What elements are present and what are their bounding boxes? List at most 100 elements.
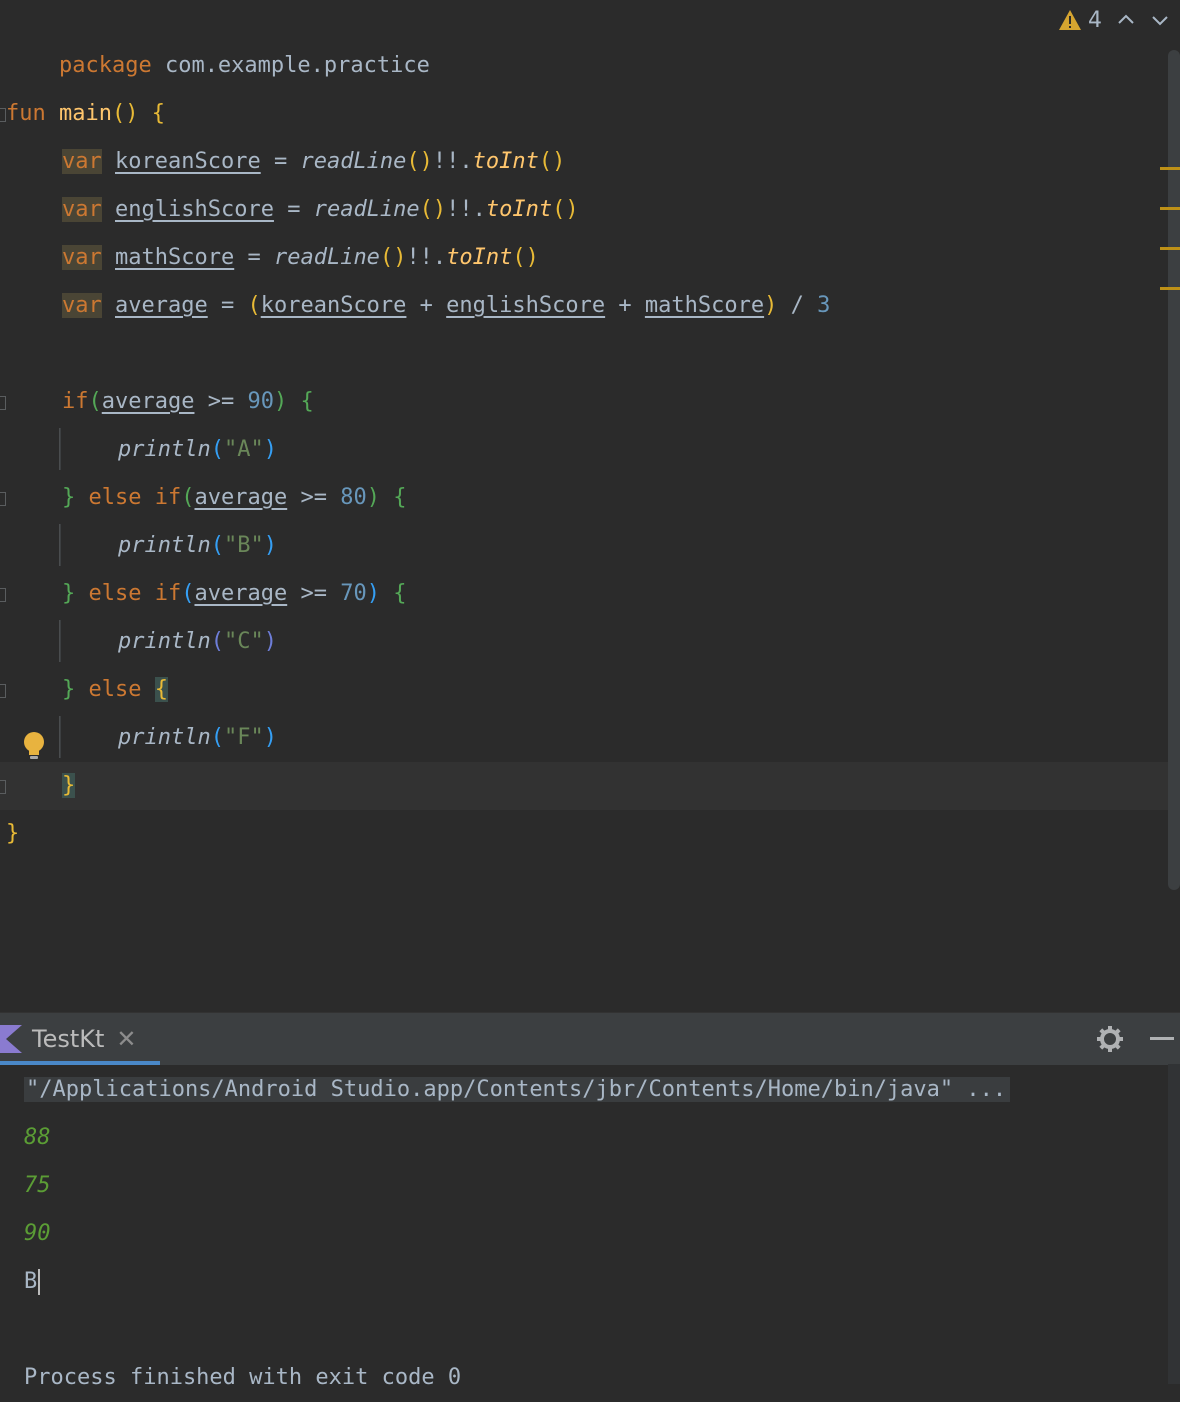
operator: / bbox=[790, 293, 804, 318]
code-editor[interactable]: package com.example.practice fun main() … bbox=[0, 0, 1180, 1012]
if-keyword: if bbox=[154, 581, 182, 606]
operator: = bbox=[247, 245, 261, 270]
lightbulb-icon[interactable] bbox=[22, 730, 46, 762]
fold-marker[interactable] bbox=[0, 588, 6, 602]
code-line-else-if-80[interactable]: } else if(average >= 80) { bbox=[62, 474, 406, 522]
code-line-package[interactable]: package com.example.practice bbox=[6, 0, 430, 78]
warning-stripe[interactable] bbox=[1160, 167, 1180, 170]
current-line-highlight bbox=[0, 762, 1168, 810]
code-line-println-b[interactable]: println("B") bbox=[118, 522, 277, 570]
warnings-indicator[interactable]: 4 bbox=[1058, 8, 1102, 33]
paren: ) bbox=[419, 149, 433, 174]
paren: ( bbox=[247, 293, 261, 318]
console-command-line[interactable]: "/Applications/Android Studio.app/Conten… bbox=[24, 1066, 1011, 1114]
warning-stripe[interactable] bbox=[1160, 287, 1180, 290]
paren: ( bbox=[88, 389, 102, 414]
variable-name: mathScore bbox=[115, 245, 235, 270]
tab-testkt[interactable]: TestKt ✕ bbox=[0, 1013, 137, 1065]
code-line-korean[interactable]: var koreanScore = readLine()!!.toInt() bbox=[62, 138, 565, 186]
close-icon[interactable]: ✕ bbox=[116, 1025, 136, 1053]
editor-scrollbar[interactable] bbox=[1168, 50, 1180, 890]
operator: >= bbox=[207, 389, 235, 414]
paren: ( bbox=[406, 149, 420, 174]
code-line-average[interactable]: var average = (koreanScore + englishScor… bbox=[62, 282, 830, 330]
run-panel: TestKt ✕ "/Applications/Android Studio.a… bbox=[0, 1012, 1180, 1390]
string-literal: "C" bbox=[223, 629, 264, 654]
code-line-close-else[interactable]: } bbox=[62, 762, 76, 810]
code-line-math[interactable]: var mathScore = readLine()!!.toInt() bbox=[62, 234, 539, 282]
code-line-println-c[interactable]: println("C") bbox=[118, 618, 277, 666]
else-keyword: else bbox=[88, 677, 142, 702]
operator: = bbox=[273, 149, 288, 174]
paren: ( bbox=[181, 485, 195, 510]
paren: ( bbox=[181, 581, 195, 606]
code-line-else-if-70[interactable]: } else if(average >= 70) { bbox=[62, 570, 406, 618]
code-line-if-90[interactable]: if(average >= 90) { bbox=[62, 378, 314, 426]
console-output-line: B bbox=[24, 1258, 41, 1306]
string-literal: "A" bbox=[223, 437, 264, 462]
paren: ) bbox=[366, 581, 380, 606]
console-output-text: B bbox=[24, 1269, 38, 1294]
code-line-else[interactable]: } else { bbox=[62, 666, 168, 714]
fold-marker[interactable] bbox=[0, 108, 6, 122]
paren: ) bbox=[273, 389, 288, 414]
console-input-line: 90 bbox=[24, 1221, 51, 1246]
warning-stripe[interactable] bbox=[1160, 207, 1180, 210]
code-line-english[interactable]: var englishScore = readLine()!!.toInt() bbox=[62, 186, 579, 234]
paren: ) bbox=[525, 245, 539, 270]
operator: = bbox=[220, 293, 235, 318]
code-line-close-main[interactable]: } bbox=[6, 810, 19, 858]
paren: ) bbox=[263, 725, 277, 750]
paren: ( bbox=[512, 245, 526, 270]
indent-guide bbox=[59, 524, 61, 566]
paren: ) bbox=[552, 149, 566, 174]
if-keyword: if bbox=[62, 389, 89, 414]
else-keyword: else bbox=[88, 581, 142, 606]
function-call: toInt bbox=[472, 149, 539, 174]
number-literal: 3 bbox=[817, 293, 831, 318]
indent-guide bbox=[59, 716, 61, 758]
variable-name: average bbox=[115, 293, 208, 318]
package-name: com.example.practice bbox=[164, 53, 430, 78]
function-call: println bbox=[118, 533, 211, 558]
code-line-fun-main[interactable]: fun main() { bbox=[6, 90, 165, 138]
fold-marker[interactable] bbox=[0, 396, 6, 410]
chevron-up-icon[interactable] bbox=[1116, 10, 1136, 30]
console-output[interactable]: "/Applications/Android Studio.app/Conten… bbox=[0, 1064, 1180, 1390]
paren: ( bbox=[379, 245, 394, 270]
minimize-icon[interactable] bbox=[1150, 1037, 1174, 1041]
operator: !!. bbox=[432, 149, 473, 174]
fold-marker[interactable] bbox=[0, 492, 6, 506]
paren: ( bbox=[210, 437, 224, 462]
fold-marker[interactable] bbox=[0, 780, 6, 794]
brace: } bbox=[62, 485, 76, 510]
brace: { bbox=[300, 389, 314, 414]
number-literal: 70 bbox=[340, 581, 367, 606]
var-keyword: var bbox=[62, 293, 102, 318]
console-exit-message: Process finished with exit code 0 bbox=[24, 1365, 462, 1390]
brace: } bbox=[62, 581, 76, 606]
warning-icon bbox=[1059, 10, 1081, 30]
paren: ( bbox=[552, 197, 566, 222]
console-scrollbar[interactable] bbox=[1168, 1064, 1180, 1384]
code-line-println-a[interactable]: println("A") bbox=[118, 426, 277, 474]
variable-name: englishScore bbox=[115, 197, 274, 222]
paren: ) bbox=[432, 197, 447, 222]
var-keyword: var bbox=[62, 245, 102, 270]
gear-icon[interactable] bbox=[1096, 1025, 1124, 1053]
paren: ( bbox=[210, 629, 224, 654]
function-call: readLine bbox=[300, 149, 407, 174]
function-call: println bbox=[118, 437, 211, 462]
indent-guide bbox=[59, 428, 61, 470]
paren: ) bbox=[393, 245, 407, 270]
number-literal: 80 bbox=[340, 485, 367, 510]
brace: { bbox=[151, 101, 165, 126]
code-line-println-f[interactable]: println("F") bbox=[118, 714, 277, 762]
variable-ref: koreanScore bbox=[260, 293, 407, 318]
warning-stripe[interactable] bbox=[1160, 247, 1180, 250]
variable-name: koreanScore bbox=[115, 149, 261, 174]
fun-keyword: fun bbox=[6, 101, 46, 126]
text-cursor bbox=[38, 1269, 41, 1295]
chevron-down-icon[interactable] bbox=[1150, 10, 1170, 30]
fold-marker[interactable] bbox=[0, 684, 6, 698]
